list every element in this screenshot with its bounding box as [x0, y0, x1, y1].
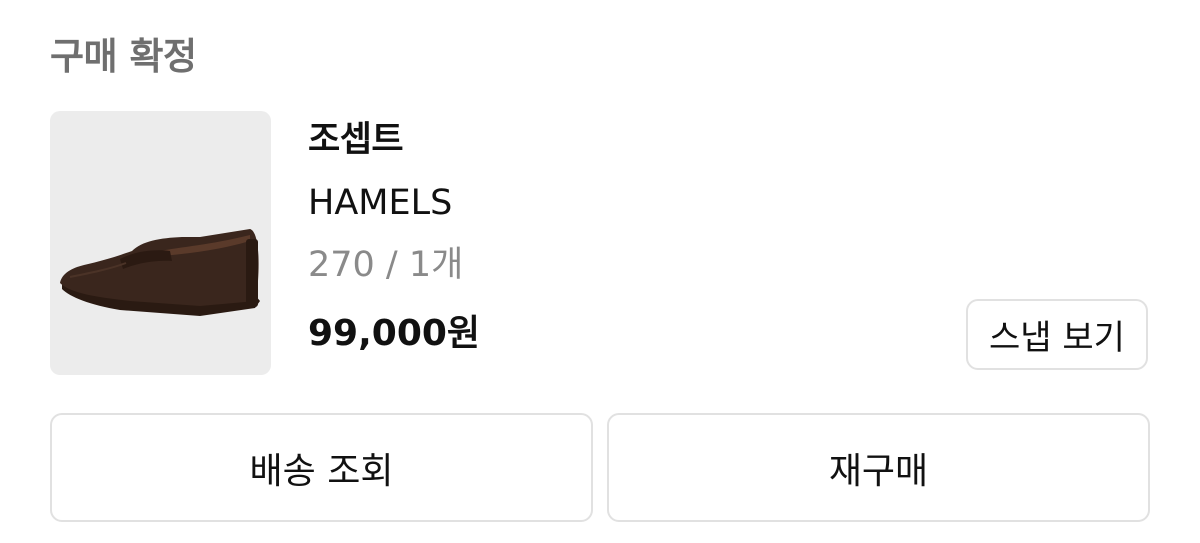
loafer-shoe-icon [60, 229, 260, 316]
view-snap-button[interactable]: 스냅 보기 [966, 299, 1148, 370]
repurchase-button[interactable]: 재구매 [607, 413, 1150, 522]
track-delivery-label: 배송 조회 [249, 450, 394, 492]
product-option: 270 / 1개 [308, 245, 464, 285]
product-image[interactable] [50, 111, 271, 375]
brand-name: 조셉트 [308, 120, 404, 160]
product-price: 99,000원 [308, 313, 481, 354]
repurchase-label: 재구매 [828, 450, 929, 492]
product-name: HAMELS [308, 183, 453, 223]
order-status-title: 구매 확정 [50, 35, 197, 78]
track-delivery-button[interactable]: 배송 조회 [50, 413, 593, 522]
view-snap-label: 스냅 보기 [989, 318, 1125, 358]
